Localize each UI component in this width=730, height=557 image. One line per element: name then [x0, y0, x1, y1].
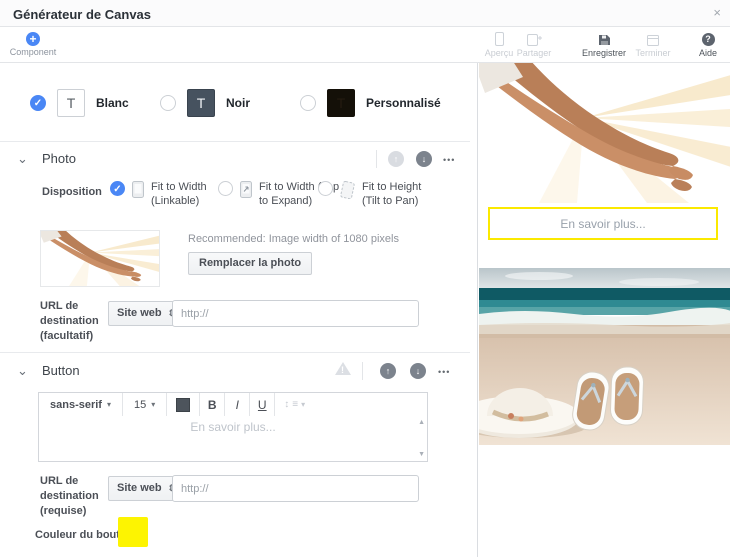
scroll-up-icon[interactable]: ▲ — [418, 419, 425, 426]
line-spacing-icon: ↕ — [284, 399, 289, 410]
theme-swatch-custom[interactable]: T — [327, 89, 355, 117]
move-down-icon[interactable]: ↓ — [416, 151, 432, 167]
chevron-down-icon: ▾ — [107, 400, 111, 409]
divider — [376, 150, 377, 168]
section-divider — [0, 141, 470, 142]
section-divider — [0, 352, 470, 353]
theme-swatch-dark[interactable]: T — [187, 89, 215, 117]
underline-button[interactable]: U — [250, 398, 274, 412]
question-icon: ? — [693, 32, 723, 46]
page-title: Générateur de Canvas — [13, 7, 151, 22]
text-format-toolbar: sans-serif ▾ 15 ▾ B I U ↕ ≡ ▾ — [38, 392, 428, 417]
button-section-title: Button — [42, 363, 80, 378]
replace-photo-button[interactable]: Remplacer la photo — [188, 252, 312, 275]
text-color-swatch[interactable] — [176, 398, 190, 412]
theme-label: Personnalisé — [366, 96, 441, 110]
share-button: Partager — [510, 32, 558, 58]
close-icon[interactable]: × — [713, 5, 721, 20]
font-family-dropdown[interactable]: sans-serif ▾ — [39, 399, 122, 411]
radio-unchecked-icon[interactable] — [160, 95, 176, 111]
theme-option-custom[interactable]: T Personnalisé — [300, 89, 441, 117]
theme-label: Noir — [226, 96, 250, 110]
plus-icon: + — [26, 32, 40, 46]
move-down-icon[interactable]: ↓ — [410, 363, 426, 379]
radio-checked-icon[interactable]: ✓ — [30, 95, 46, 111]
finish-button: Terminer — [630, 32, 676, 58]
add-component-button[interactable]: + Component — [8, 32, 58, 57]
move-up-icon: ↑ — [388, 151, 404, 167]
save-icon — [576, 32, 632, 46]
more-options-icon[interactable]: ••• — [438, 367, 450, 377]
button-url-label: URL de destination (requise) — [40, 474, 108, 519]
preview-photo-legs — [479, 63, 730, 203]
chevron-down-icon[interactable]: ⌄ — [17, 366, 28, 376]
canvas-preview-panel: En savoir plus... — [477, 63, 730, 557]
theme-swatch-white[interactable]: T — [57, 89, 85, 117]
move-up-icon[interactable]: ↑ — [380, 363, 396, 379]
disposition-option-tilt-pan[interactable]: Fit to Height (Tilt to Pan) — [318, 181, 440, 209]
preview-photo-beach — [479, 268, 730, 445]
line-spacing-dropdown: ↕ ≡ ▾ — [275, 399, 314, 410]
photo-thumbnail[interactable] — [40, 230, 160, 287]
chevron-down-icon: ▾ — [301, 400, 305, 409]
canvas-builder-window: Générateur de Canvas × + Component Aperç… — [0, 0, 730, 557]
lines-icon: ≡ — [292, 399, 298, 410]
window-header: Générateur de Canvas × — [0, 0, 730, 27]
radio-unchecked-icon[interactable] — [318, 181, 333, 196]
font-size-dropdown[interactable]: 15 ▾ — [123, 399, 166, 411]
disposition-option-label: Fit to Width (Linkable) — [151, 181, 221, 209]
phone-tap-expand-icon — [240, 181, 252, 201]
italic-button[interactable]: I — [225, 398, 249, 412]
photo-url-input[interactable] — [172, 300, 419, 327]
photo-url-label: URL de destination (facultatif) — [40, 299, 108, 344]
phone-tilt-pan-icon — [340, 181, 355, 202]
save-button[interactable]: Enregistrer — [576, 32, 632, 58]
radio-checked-icon[interactable]: ✓ — [110, 181, 125, 196]
preview-cta-button[interactable]: En savoir plus... — [488, 207, 718, 240]
divider — [362, 362, 363, 380]
button-url-input[interactable] — [172, 475, 419, 502]
toolbar: + Component Aperçu Partager Enregistrer — [0, 27, 730, 63]
radio-unchecked-icon[interactable] — [300, 95, 316, 111]
disposition-option-label: Fit to Height (Tilt to Pan) — [362, 181, 440, 209]
more-options-icon[interactable]: ••• — [443, 155, 455, 165]
phone-fit-width-icon — [132, 181, 144, 201]
theme-option-black[interactable]: T Noir — [160, 89, 250, 117]
scroll-down-icon[interactable]: ▼ — [418, 451, 425, 458]
disposition-option-linkable[interactable]: ✓ Fit to Width (Linkable) — [110, 181, 221, 209]
button-text-value[interactable]: En savoir plus... — [39, 420, 427, 434]
radio-unchecked-icon[interactable] — [218, 181, 233, 196]
help-button[interactable]: ? Aide — [693, 32, 723, 58]
photo-section-title: Photo — [42, 151, 76, 166]
recommended-text: Recommended: Image width of 1080 pixels — [188, 233, 399, 245]
share-icon — [510, 32, 558, 46]
chevron-down-icon[interactable]: ⌄ — [17, 154, 28, 164]
button-color-swatch[interactable] — [118, 517, 148, 547]
divider — [166, 393, 167, 416]
bold-button[interactable]: B — [200, 398, 224, 412]
component-label: Component — [8, 47, 58, 57]
finish-icon — [630, 32, 676, 46]
disposition-label: Disposition — [42, 186, 102, 198]
chevron-down-icon: ▾ — [151, 400, 155, 409]
theme-option-white[interactable]: ✓ T Blanc — [30, 89, 129, 117]
theme-label: Blanc — [96, 96, 129, 110]
button-text-editor[interactable]: En savoir plus... ▲ ▼ — [38, 416, 428, 462]
